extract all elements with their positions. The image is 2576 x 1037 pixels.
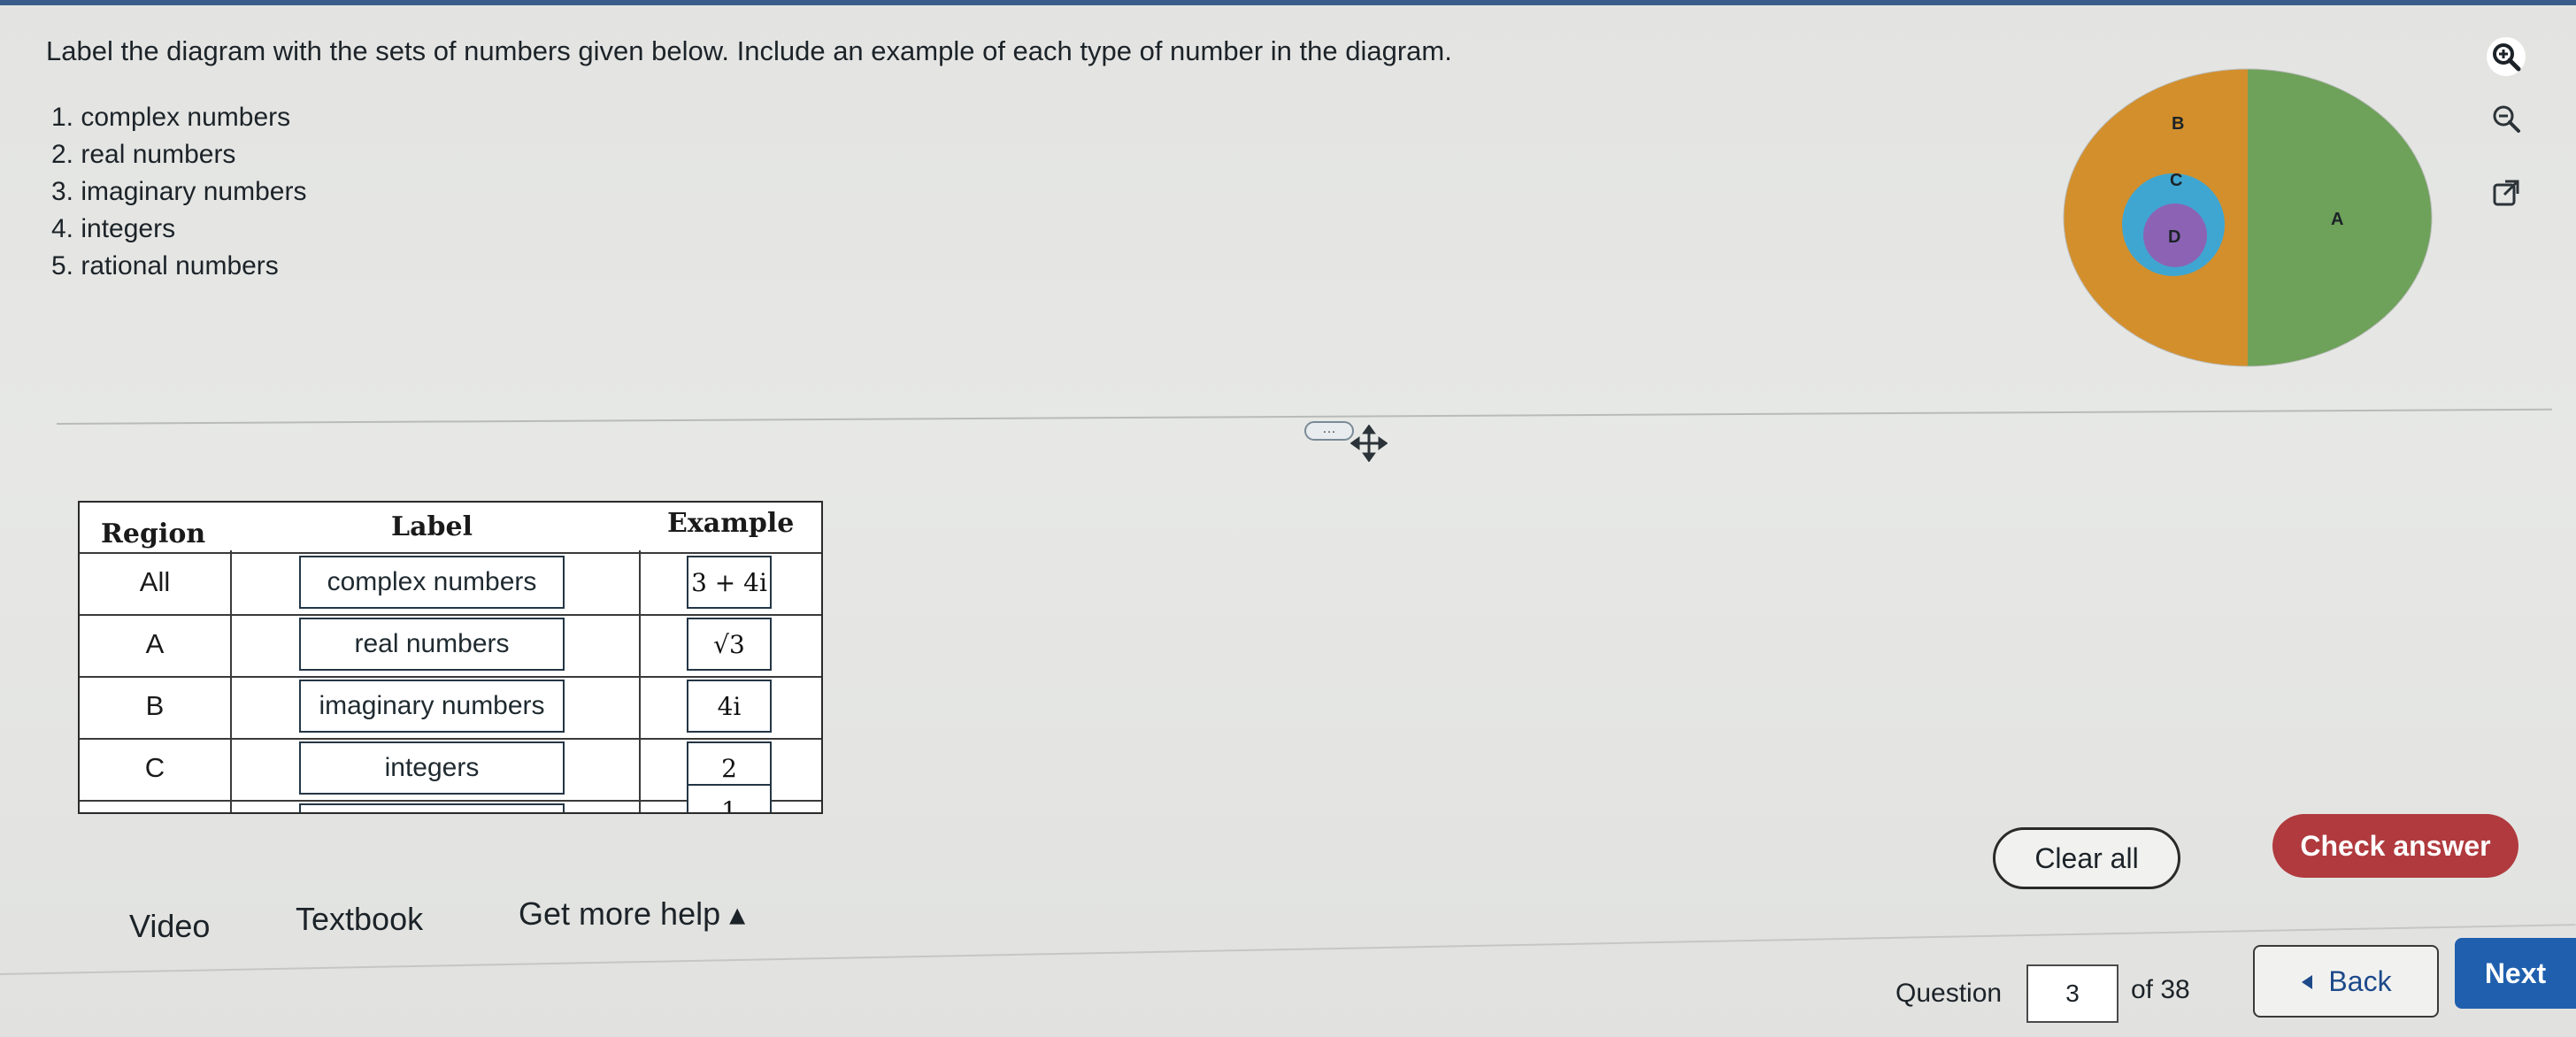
column-divider [639, 550, 641, 812]
venn-diagram: B C D A [2063, 68, 2433, 367]
list-item: 3. imaginary numbers [51, 177, 307, 206]
label-dropzone-all[interactable]: complex numbers [299, 556, 565, 609]
header-example: Example [667, 508, 795, 539]
label-dropzone-c[interactable]: integers [299, 741, 565, 795]
row-divider [80, 614, 821, 616]
example-dropzone-a[interactable]: √3 [687, 618, 772, 671]
venn-label-c: C [2170, 171, 2182, 190]
example-dropzone-all[interactable]: 3 + 4i [687, 556, 772, 609]
textbook-link[interactable]: Textbook [296, 901, 423, 938]
popout-icon[interactable] [2487, 173, 2526, 212]
question-label: Question [1895, 979, 2003, 1008]
back-button[interactable]: Back [2253, 945, 2439, 1018]
row-divider [80, 738, 821, 740]
number-set-list: 1. complex numbers 2. real numbers 3. im… [51, 99, 306, 285]
venn-label-b: B [2172, 114, 2184, 134]
header-label: Label [391, 511, 473, 542]
venn-label-d: D [2168, 227, 2180, 247]
resize-handle[interactable]: … [1304, 421, 1354, 441]
row-divider [80, 552, 821, 554]
label-dropzone-b[interactable]: imaginary numbers [299, 680, 565, 733]
zoom-out-icon[interactable] [2487, 99, 2526, 138]
label-dropzone-a[interactable]: real numbers [299, 618, 565, 671]
list-item: 4. integers [51, 214, 176, 243]
check-answer-button[interactable]: Check answer [2272, 814, 2518, 878]
venn-label-a: A [2331, 210, 2343, 229]
question-total: of 38 [2131, 975, 2190, 1004]
zoom-in-icon[interactable] [2487, 37, 2526, 76]
next-button[interactable]: Next [2455, 938, 2576, 1009]
column-divider [230, 550, 232, 812]
video-link[interactable]: Video [129, 908, 210, 945]
region-cell: B [145, 690, 165, 721]
header-region: Region [101, 518, 206, 549]
section-divider [56, 408, 2552, 425]
region-cell: C [144, 752, 165, 783]
back-button-label: Back [2328, 964, 2392, 997]
list-item: 1. complex numbers [51, 103, 291, 132]
list-item: 2. real numbers [51, 140, 236, 169]
question-prompt: Label the diagram with the sets of numbe… [46, 35, 1452, 66]
example-dropzone-d[interactable]: 1 [687, 784, 772, 812]
move-icon[interactable] [1350, 424, 1388, 463]
question-number-input[interactable]: 3 [2026, 964, 2118, 1023]
list-item: 5. rational numbers [51, 251, 279, 280]
header-bar [0, 0, 2576, 5]
example-dropzone-b[interactable]: 4i [687, 680, 772, 733]
region-cell: A [145, 628, 165, 659]
answer-table: Region Label Example All A B C complex n… [78, 501, 823, 814]
region-cell: All [139, 566, 171, 597]
row-divider [80, 676, 821, 678]
get-more-help-link[interactable]: Get more help ▴ [519, 895, 745, 933]
label-dropzone-d[interactable] [299, 803, 565, 812]
back-arrow-icon [2300, 965, 2314, 998]
clear-all-button[interactable]: Clear all [1993, 827, 2180, 889]
